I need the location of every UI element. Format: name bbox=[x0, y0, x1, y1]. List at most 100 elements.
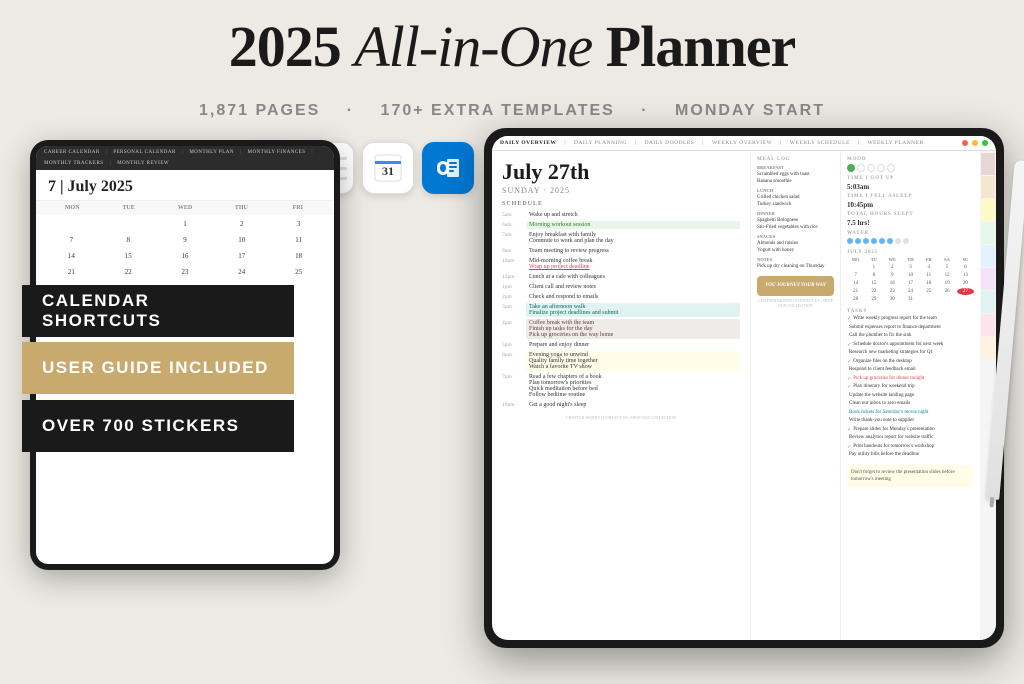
tab-purple[interactable] bbox=[981, 268, 995, 290]
nav-sep: | bbox=[780, 140, 782, 146]
schedule-item: Mid-morning coffee breakWrap up project … bbox=[526, 257, 740, 271]
nav-weekly-schedule[interactable]: WEEKLY SCHEDULE bbox=[790, 140, 850, 146]
schedule-row: 7pm Read a few chapters of a bookPlan to… bbox=[502, 373, 740, 399]
cal-cell bbox=[101, 217, 156, 231]
meal-lunch-food: Grilled chicken saladTurkey sandwich bbox=[757, 194, 834, 208]
nav-finances[interactable]: MONTHLY FINANCES bbox=[248, 150, 306, 155]
footer-meal: CHAPTER SKINNY | CONTACT US | SHOP OUR C… bbox=[757, 298, 834, 308]
mini-day-fr: FR bbox=[920, 257, 937, 262]
nav-monthly[interactable]: MONTHLY PLAN bbox=[189, 150, 234, 155]
task-checkmark: ✓ bbox=[847, 342, 851, 348]
footer-left: CHAPTER SKINNY | CONTACT US | SHOP OUR C… bbox=[502, 415, 740, 420]
water-dot bbox=[879, 238, 885, 244]
tab-rose[interactable] bbox=[981, 314, 995, 336]
right-sidebar: MOOD TIME I GOT UP 5:03am TIME I FELL AS… bbox=[840, 151, 980, 640]
sticky-note: Don't forget to review the presentation … bbox=[847, 465, 974, 487]
schedule-time: 10pm bbox=[502, 401, 522, 408]
nav-career[interactable]: CAREER CALENDAR bbox=[44, 150, 100, 155]
day-tue: TUE bbox=[100, 205, 156, 211]
mini-cal-cell: 18 bbox=[920, 280, 937, 287]
tab-teal[interactable] bbox=[981, 291, 995, 313]
task-checkmark: ✓ bbox=[847, 444, 851, 450]
mood-label: MOOD bbox=[847, 157, 974, 162]
sleep-section: TIME I GOT UP 5:03am TIME I FELL ASLEEP … bbox=[847, 176, 974, 227]
nav-sep-5: | bbox=[110, 161, 112, 166]
cal-cell: 11 bbox=[271, 233, 326, 247]
mini-cal-cell: 30 bbox=[884, 296, 901, 303]
task-text-teal: Book tickets for Saturday's movie night bbox=[849, 410, 928, 417]
task-text: Respond to client feedback email bbox=[849, 367, 916, 374]
nav-review[interactable]: MONTHLY REVIEW bbox=[117, 161, 169, 166]
task-text: Call the plumber to fix the sink bbox=[849, 333, 912, 340]
tab-yellow[interactable] bbox=[981, 199, 995, 221]
mini-cal-cells: 1 2 3 4 5 6 7 8 9 10 11 12 13 14 bbox=[847, 264, 974, 303]
nav-sep: | bbox=[635, 140, 637, 146]
mini-cal-cell: 2 bbox=[884, 264, 901, 271]
maximize-dot bbox=[982, 140, 988, 146]
day-mon: MON bbox=[44, 205, 100, 211]
meal-notes: NOTES Pick up dry cleaning on Thursday bbox=[757, 257, 834, 270]
meal-dinner-food: Spaghetti BologneseStir-Fried vegetables… bbox=[757, 217, 834, 231]
task-item: Pay utility bills before the deadline bbox=[847, 452, 974, 459]
mini-day-sa: SA bbox=[938, 257, 955, 262]
tab-peach[interactable] bbox=[981, 176, 995, 198]
nav-daily-overview[interactable]: DAILY OVERVIEW bbox=[500, 140, 556, 146]
mini-cal-cell: 22 bbox=[865, 288, 882, 295]
schedule-label: SCHEDULE bbox=[502, 201, 740, 207]
tab-pink[interactable] bbox=[981, 153, 995, 175]
tab-gray[interactable] bbox=[981, 360, 995, 382]
task-text: Pay utility bills before the deadline bbox=[849, 452, 919, 459]
meal-breakfast-food: Scrambled eggs with toastBanana smoothie bbox=[757, 171, 834, 185]
main-title: 2025 All-in-One Planner bbox=[0, 18, 1024, 76]
mini-day-th: TH bbox=[902, 257, 919, 262]
sleep-label: TIME I GOT UP bbox=[847, 176, 974, 181]
tab-green[interactable] bbox=[981, 222, 995, 244]
mini-cal-cell: 14 bbox=[847, 280, 864, 287]
cal-cell: 21 bbox=[44, 265, 99, 279]
tasks-section: TASKS ✓ Write weekly progress report for… bbox=[847, 309, 974, 459]
schedule-item: Enjoy breakfast with familyCommute to wo… bbox=[526, 231, 740, 245]
schedule-row: 5am Wake up and stretch bbox=[502, 211, 740, 219]
day-fri: FRI bbox=[270, 205, 326, 211]
mini-cal-cell: 24 bbox=[902, 288, 919, 295]
mini-cal-cell: 15 bbox=[865, 280, 882, 287]
mini-day-su: SU bbox=[957, 257, 974, 262]
nav-daily-planning[interactable]: DAILY PLANNING bbox=[574, 140, 627, 146]
subtitle-bar: 1,871 PAGES · 170+ EXTRA TEMPLATES · MON… bbox=[0, 102, 1024, 120]
nav-sep-3: | bbox=[240, 150, 242, 155]
mini-cal-cell: 20 bbox=[957, 280, 974, 287]
tab-blue[interactable] bbox=[981, 245, 995, 267]
mini-cal-cell: 12 bbox=[938, 272, 955, 279]
schedule-list: 5am Wake up and stretch 6am Morning work… bbox=[502, 211, 740, 409]
schedule-row: 4pm Coffee break with the teamFinish up … bbox=[502, 319, 740, 339]
mini-cal-cell: 23 bbox=[884, 288, 901, 295]
schedule-item: Check and respond to emails bbox=[526, 293, 740, 301]
nav-doodles[interactable]: DAILY DOODLES bbox=[644, 140, 694, 146]
dot-separator-1: · bbox=[347, 102, 361, 119]
tab-orange[interactable] bbox=[981, 337, 995, 359]
calendar-month-label: 7 | July 2025 bbox=[48, 178, 322, 196]
nav-weekly-overview[interactable]: WEEKLY OVERVIEW bbox=[712, 140, 772, 146]
planner-date: July 27th bbox=[502, 159, 740, 185]
water-dot bbox=[863, 238, 869, 244]
meal-breakfast: BREAKFAST Scrambled eggs with toastBanan… bbox=[757, 165, 834, 185]
nav-trackers[interactable]: MONTHLY TRACKERS bbox=[44, 161, 104, 166]
task-text: Write weekly progress report for the tea… bbox=[853, 316, 937, 323]
badge-1-text: CALENDAR SHORTCUTS bbox=[42, 291, 274, 331]
nav-icons bbox=[962, 140, 988, 146]
mini-cal-cell: 19 bbox=[938, 280, 955, 287]
schedule-time: 7am bbox=[502, 231, 522, 238]
task-checkmark: ✓ bbox=[847, 316, 851, 322]
google-calendar-icon: 31 bbox=[362, 142, 414, 194]
mood-circle-2 bbox=[857, 164, 865, 172]
meal-snacks-label: SNACKS bbox=[757, 234, 834, 239]
badge-stickers: OVER 700 STICKERS bbox=[22, 400, 294, 452]
badge-calendar-shortcuts: CALENDAR SHORTCUTS bbox=[22, 285, 294, 337]
cal-cell: 14 bbox=[44, 249, 99, 263]
nav-weekly-planner[interactable]: WEEKLY PLANNER bbox=[867, 140, 923, 146]
total-sleep-label: TOTAL HOURS SLEPT bbox=[847, 212, 974, 217]
water-dots bbox=[847, 238, 974, 244]
task-text: Clean out inbox to zero emails bbox=[849, 401, 910, 408]
nav-personal[interactable]: PERSONAL CALENDAR bbox=[113, 150, 176, 155]
dot-separator-2: · bbox=[641, 102, 655, 119]
